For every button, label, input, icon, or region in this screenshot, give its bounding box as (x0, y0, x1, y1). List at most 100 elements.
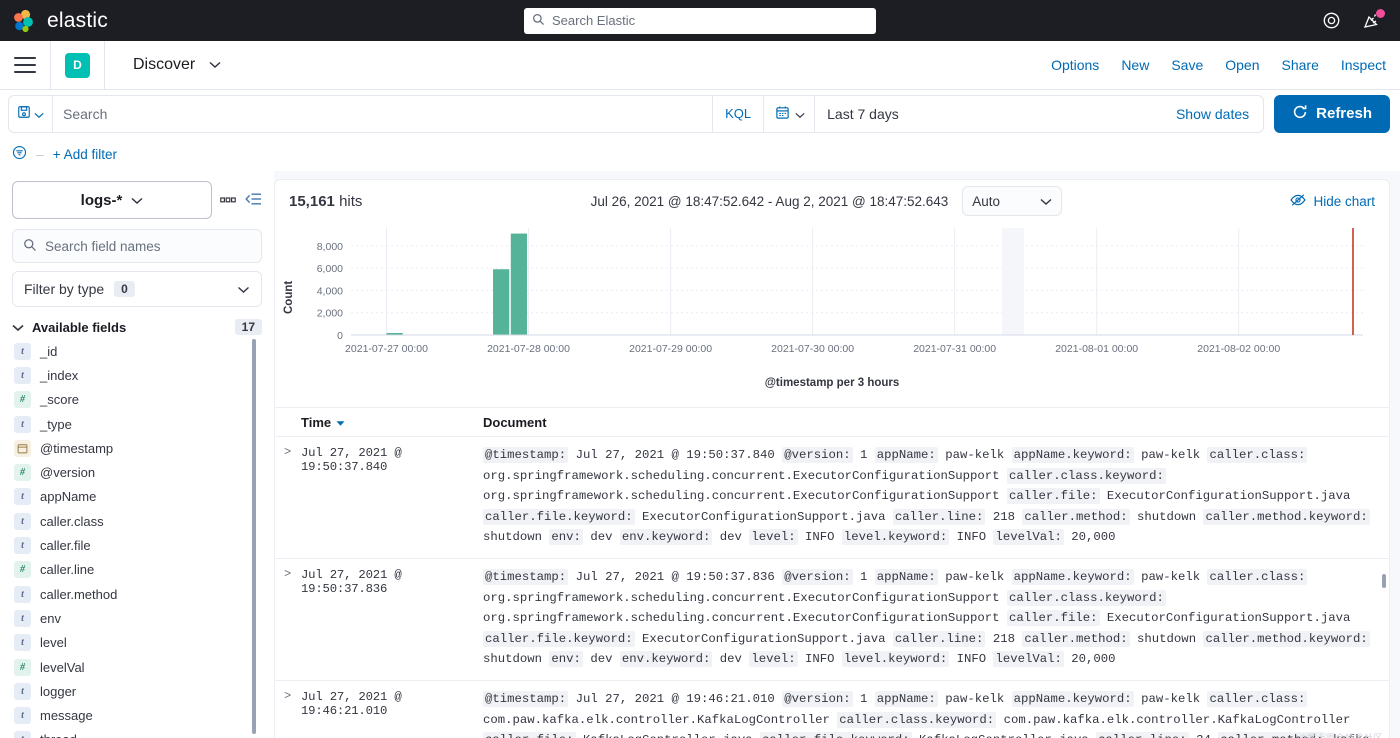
sidebar-scrollbar[interactable] (252, 339, 256, 734)
document-field-value: 1 (852, 691, 875, 706)
new-button[interactable]: New (1121, 57, 1149, 73)
field-item[interactable]: t appName (12, 485, 262, 509)
elastic-brand[interactable]: elastic (12, 8, 108, 34)
chevron-down-icon[interactable] (209, 56, 221, 74)
date-quick-select-button[interactable] (764, 95, 816, 132)
divider: – (36, 146, 44, 162)
field-item[interactable]: t caller.file (12, 533, 262, 557)
interval-select[interactable]: Auto (962, 186, 1063, 216)
options-button[interactable]: Options (1051, 57, 1099, 73)
field-item[interactable]: t _index (12, 363, 262, 387)
document-field-value: paw-kelk (937, 569, 1012, 584)
svg-text:4,000: 4,000 (317, 285, 343, 297)
histogram-bar[interactable] (493, 269, 510, 335)
field-item[interactable]: # _score (12, 388, 262, 412)
document-field-value: dev (582, 652, 620, 667)
open-button[interactable]: Open (1225, 57, 1259, 73)
share-button[interactable]: Share (1282, 57, 1319, 73)
field-item[interactable]: t message (12, 703, 262, 727)
filter-by-type-dropdown[interactable]: Filter by type 0 (12, 271, 262, 307)
string-field-icon: t (14, 707, 31, 725)
histogram-bar[interactable] (510, 233, 528, 335)
field-search-box[interactable] (12, 229, 262, 263)
expand-row-icon[interactable]: > (275, 689, 301, 738)
time-column-header[interactable]: Time (301, 415, 483, 430)
field-item[interactable]: t _id (12, 339, 262, 363)
global-top-bar: elastic (0, 0, 1400, 41)
hide-chart-button[interactable]: Hide chart (1290, 193, 1375, 210)
app-header-actions: Options New Save Open Share Inspect (1051, 57, 1386, 73)
document-field-value: ExecutorConfigurationSupport.java (634, 631, 893, 646)
filter-by-type-count: 0 (114, 281, 135, 297)
field-item[interactable]: # @version (12, 460, 262, 484)
topbar-actions (1322, 8, 1388, 31)
field-item[interactable]: t thread (12, 728, 262, 738)
document-field-key: caller.class: (1207, 447, 1308, 463)
table-scrollbar[interactable] (1382, 574, 1386, 588)
saved-query-button[interactable] (8, 94, 52, 133)
available-fields-count: 17 (234, 319, 262, 335)
number-field-icon: # (14, 464, 31, 482)
field-item[interactable]: t logger (12, 679, 262, 703)
expand-row-icon[interactable]: > (275, 445, 301, 548)
histogram-chart[interactable]: Count 0 2,000 4,000 6,000 8,000 2021-07-27 00… (275, 222, 1389, 407)
table-row[interactable]: > Jul 27, 2021 @ 19:50:37.840 @timestamp: … (275, 437, 1389, 559)
table-columns-icon[interactable] (220, 192, 237, 208)
number-field-icon: # (14, 658, 31, 676)
chevron-down-icon (795, 106, 805, 122)
chevron-down-icon (12, 320, 24, 335)
document-table-header: Time Document (275, 407, 1389, 437)
field-item[interactable]: t _type (12, 412, 262, 436)
add-filter-button[interactable]: + Add filter (53, 147, 117, 162)
string-field-icon: t (14, 342, 31, 360)
app-avatar[interactable]: D (65, 52, 90, 78)
collapse-sidebar-icon[interactable] (245, 192, 262, 209)
app-header: D Discover Options New Save Open Share I… (0, 40, 1400, 90)
query-bar: KQL Last 7 days Show dates Refresh (0, 90, 1400, 137)
refresh-button[interactable]: Refresh (1274, 94, 1390, 133)
field-item[interactable]: t caller.class (12, 509, 262, 533)
field-item[interactable]: t level (12, 631, 262, 655)
query-input-wrapper[interactable]: KQL (52, 94, 765, 133)
available-fields-header[interactable]: Available fields 17 (12, 319, 262, 335)
news-announcement-icon[interactable] (1362, 8, 1385, 31)
field-item[interactable]: t env (12, 606, 262, 630)
svg-text:8,000: 8,000 (317, 241, 343, 253)
document-field-value: 1 (852, 448, 875, 462)
inspect-button[interactable]: Inspect (1341, 57, 1386, 73)
table-row[interactable]: > Jul 27, 2021 @ 19:50:37.836 @timestamp: … (275, 559, 1389, 681)
hamburger-menu-icon[interactable] (14, 57, 36, 73)
sort-descending-icon[interactable] (336, 415, 345, 430)
document-field-key: env: (549, 651, 583, 668)
date-range-text[interactable]: Last 7 days (815, 106, 911, 122)
hits-label: hits (339, 192, 363, 210)
document-field-key: caller.file: (483, 732, 576, 738)
global-search-box[interactable] (524, 7, 876, 34)
query-input[interactable] (53, 105, 713, 122)
filter-funnel-icon[interactable] (12, 145, 27, 163)
field-name: env (40, 610, 61, 626)
document-field-key: caller.file.keyword: (483, 508, 635, 525)
field-item[interactable]: # caller.line (12, 558, 262, 582)
string-field-icon: t (14, 488, 31, 506)
document-field-value: org.springframework.scheduling.concurren… (483, 489, 1007, 504)
save-button[interactable]: Save (1171, 57, 1203, 73)
table-row[interactable]: > Jul 27, 2021 @ 19:46:21.010 @timestamp: … (275, 681, 1389, 738)
document-field-key: appName.keyword: (1011, 690, 1134, 707)
field-item[interactable]: @timestamp (12, 436, 262, 460)
document-field-value: paw-kelk (1133, 569, 1208, 584)
show-dates-button[interactable]: Show dates (1176, 106, 1263, 122)
query-language-button[interactable]: KQL (712, 95, 763, 132)
expand-row-icon[interactable]: > (275, 567, 301, 670)
histogram-svg[interactable]: 0 2,000 4,000 6,000 8,000 2021-07-27 00:00 202… (289, 222, 1375, 372)
field-item[interactable]: # levelVal (12, 655, 262, 679)
chevron-down-icon (34, 106, 44, 122)
field-search-input[interactable] (45, 238, 251, 254)
global-search-input[interactable] (552, 13, 868, 28)
document-field-value: KafkaLogController.java (912, 733, 1096, 738)
document-field-value: KafkaLogController.java (576, 733, 760, 738)
index-pattern-select[interactable]: logs-* (12, 181, 212, 219)
help-circle-icon[interactable] (1322, 11, 1342, 31)
string-field-icon: t (14, 731, 31, 738)
field-item[interactable]: t caller.method (12, 582, 262, 606)
